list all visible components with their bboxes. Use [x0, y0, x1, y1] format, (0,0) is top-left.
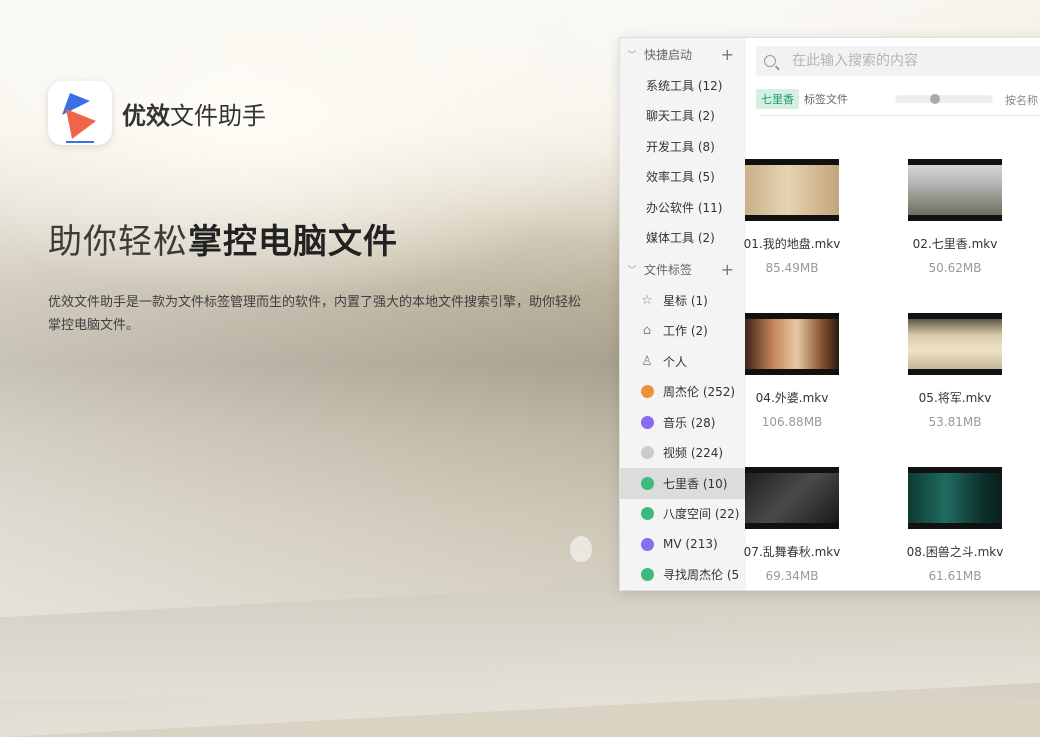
- hero-headline: 助你轻松掌控电脑文件: [48, 222, 398, 262]
- tag-label: MV (213): [663, 537, 718, 552]
- file-card[interactable]: 08.困兽之斗.mkv 61.61MB: [885, 467, 1025, 583]
- quick-launch-label: 开发工具 (8): [646, 139, 715, 154]
- divider: [760, 115, 1040, 116]
- file-card[interactable]: 04.外婆.mkv 106.88MB: [722, 313, 862, 429]
- search-icon: [764, 55, 776, 67]
- filter-bar: 七里香 标签文件 按名称: [756, 89, 1040, 109]
- sort-dropdown[interactable]: 按名称: [1005, 92, 1038, 108]
- file-size: 61.61MB: [928, 569, 982, 583]
- file-card[interactable]: 01.我的地盘.mkv 85.49MB: [722, 159, 862, 275]
- thumbnail-size-slider[interactable]: [895, 94, 993, 104]
- video-thumbnail: [908, 159, 1002, 221]
- file-card[interactable]: 05.将军.mkv 53.81MB: [885, 313, 1025, 429]
- video-thumbnail: [908, 313, 1002, 375]
- chevron-down-icon: ﹀: [627, 50, 637, 61]
- tag-label: 视频 (224): [663, 446, 724, 461]
- app-logo-icon: [48, 81, 112, 145]
- file-size: 85.49MB: [765, 261, 819, 275]
- tag-color-dot-icon: [640, 537, 654, 551]
- brand-name: 优效文件助手: [122, 101, 266, 130]
- tag-color-dot-icon: [640, 476, 654, 490]
- tag-color-dot-icon: [640, 568, 654, 582]
- file-size: 50.62MB: [928, 261, 982, 275]
- search-bar[interactable]: [756, 46, 1040, 76]
- tag-color-dot-icon: [640, 507, 654, 521]
- quick-launch-header[interactable]: ﹀ 快捷启动 +: [620, 38, 746, 70]
- file-size: 69.34MB: [765, 569, 819, 583]
- tag-color-dot-icon: [640, 385, 654, 399]
- user-icon: ♙: [641, 353, 653, 369]
- quick-launch-item[interactable]: 开发工具 (8): [620, 131, 746, 162]
- file-card[interactable]: 02.七里香.mkv 50.62MB: [885, 159, 1025, 275]
- file-name: 04.外婆.mkv: [755, 391, 829, 405]
- quick-launch-label: 系统工具 (12): [646, 78, 723, 93]
- video-thumbnail: [745, 313, 839, 375]
- tag-label: 星标 (1): [663, 293, 708, 308]
- chevron-down-icon: ﹀: [627, 265, 637, 276]
- quick-launch-label: 媒体工具 (2): [646, 231, 715, 246]
- tag-label: 工作 (2): [663, 324, 708, 339]
- star-icon: ☆: [641, 292, 653, 308]
- quick-launch-label: 效率工具 (5): [646, 170, 715, 185]
- quick-launch-label: 办公软件 (11): [646, 200, 723, 215]
- tag-label: 音乐 (28): [663, 415, 716, 430]
- quick-launch-item[interactable]: 聊天工具 (2): [620, 101, 746, 132]
- apple-logo-icon: [570, 536, 592, 562]
- video-thumbnail: [745, 159, 839, 221]
- file-name: 02.七里香.mkv: [912, 237, 998, 251]
- file-size: 106.88MB: [761, 415, 823, 429]
- tag-color-dot-icon: [640, 446, 654, 460]
- add-quick-launch-button[interactable]: +: [721, 45, 734, 64]
- quick-launch-label: 聊天工具 (2): [646, 109, 715, 124]
- file-size: 53.81MB: [928, 415, 982, 429]
- tag-label: 七里香 (10): [663, 476, 728, 491]
- video-thumbnail: [908, 467, 1002, 529]
- video-thumbnail: [745, 467, 839, 529]
- file-card[interactable]: 07.乱舞春秋.mkv 69.34MB: [722, 467, 862, 583]
- file-name: 05.将军.mkv: [918, 391, 992, 405]
- tag-item[interactable]: 视频 (224): [620, 438, 746, 469]
- filter-label: 标签文件: [804, 93, 848, 106]
- active-tag-chip[interactable]: 七里香: [756, 89, 799, 109]
- quick-launch-item[interactable]: 系统工具 (12): [620, 70, 746, 101]
- tag-item[interactable]: ☆ 星标 (1): [620, 285, 746, 316]
- file-name: 08.困兽之斗.mkv: [906, 545, 1004, 559]
- file-name: 07.乱舞春秋.mkv: [743, 545, 841, 559]
- tag-color-dot-icon: [640, 415, 654, 429]
- brand: 优效文件助手: [48, 81, 266, 145]
- search-input[interactable]: [790, 52, 1040, 70]
- slider-handle[interactable]: [930, 94, 941, 104]
- tag-label: 个人: [663, 354, 688, 369]
- app-window: ﹀ 快捷启动 + 系统工具 (12) 聊天工具 (2) 开发工具 (8) 效率工具 (…: [619, 37, 1040, 591]
- home-icon: ⌂: [642, 323, 652, 339]
- file-name: 01.我的地盘.mkv: [743, 237, 841, 251]
- main-panel: 七里香 标签文件 按名称 01.我的地盘.mkv 85.49MB 02.七里香.mk…: [744, 38, 1040, 590]
- hero-description: 优效文件助手是一款为文件标签管理而生的软件，内置了强大的本地文件搜索引擎，助你轻…: [48, 295, 582, 333]
